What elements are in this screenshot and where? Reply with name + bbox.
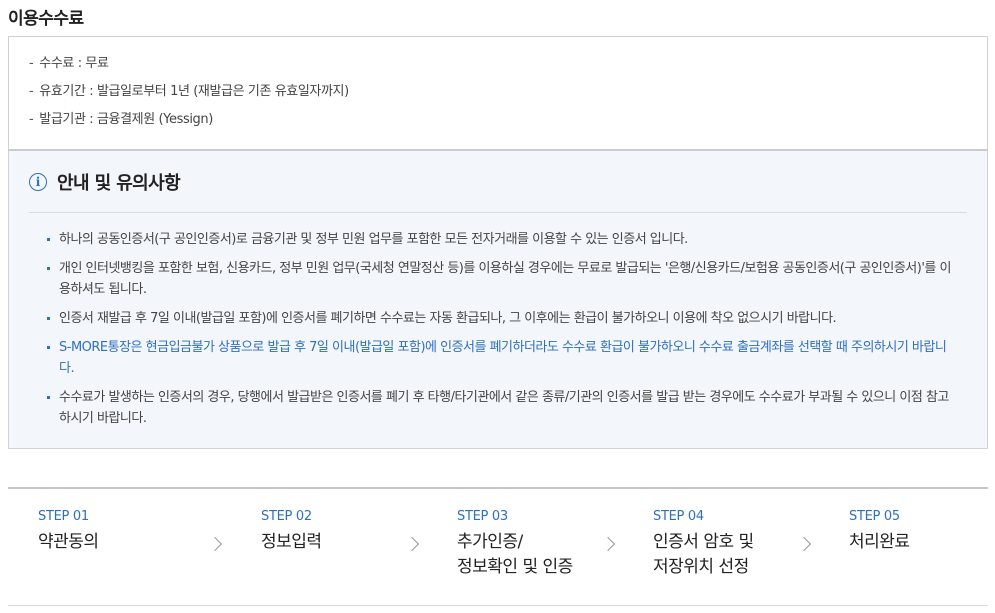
- fee-item-text: 수수료 : 무료: [39, 56, 109, 71]
- step-1: STEP 01 약관동의: [38, 509, 99, 555]
- info-icon: i: [29, 173, 47, 191]
- fee-item-issuer: - 발급기관 : 금융결제원 (Yessign): [29, 110, 349, 138]
- dash-bullet: -: [29, 56, 34, 71]
- chevron-right-icon: [796, 536, 812, 552]
- page-title: 이용수수료: [8, 9, 84, 29]
- step-5: STEP 05 처리완료: [849, 509, 910, 555]
- notice-title: 안내 및 유의사항: [57, 173, 181, 194]
- step-2: STEP 02 정보입력: [261, 509, 322, 555]
- fee-item-text: 유효기간 : 발급일로부터 1년 (재발급은 기존 유효일자까지): [39, 84, 349, 99]
- chevron-right-icon: [600, 536, 616, 552]
- step-name: 처리완료: [849, 532, 910, 552]
- step-name: 인증서 암호 및 저장위치 선정: [653, 532, 754, 577]
- notice-item: 수수료가 발생하는 인증서의 경우, 당행에서 발급받은 인증서를 폐기 후 타…: [45, 387, 955, 429]
- step-number: STEP 02: [261, 509, 312, 524]
- fee-item-fee: - 수수료 : 무료: [29, 54, 349, 82]
- step-indicator: STEP 01 약관동의 STEP 02 정보입력 STEP 03 추가인증/ …: [8, 487, 988, 606]
- fee-list: - 수수료 : 무료 - 유효기간 : 발급일로부터 1년 (재발급은 기존 유효일…: [29, 54, 349, 138]
- fee-item-validity: - 유효기간 : 발급일로부터 1년 (재발급은 기존 유효일자까지): [29, 82, 349, 110]
- dash-bullet: -: [29, 84, 34, 99]
- chevron-right-icon: [207, 536, 223, 552]
- notice-item: 하나의 공동인증서(구 공인인증서)로 금융기관 및 정부 민원 업무를 포함한…: [45, 229, 955, 250]
- step-number: STEP 04: [653, 509, 704, 524]
- step-3: STEP 03 추가인증/ 정보확인 및 인증: [457, 509, 573, 580]
- notice-divider: [29, 212, 967, 213]
- notice-item: 인증서 재발급 후 7일 이내(발급일 포함)에 인증서를 폐기하면 수수료는 …: [45, 308, 955, 329]
- fee-item-text: 발급기관 : 금융결제원 (Yessign): [39, 112, 213, 127]
- notice-item-highlight: S-MORE통장은 현금입금불가 상품으로 발급 후 7일 이내(발급일 포함)…: [45, 337, 955, 379]
- step-name: 추가인증/ 정보확인 및 인증: [457, 532, 573, 577]
- chevron-right-icon: [404, 536, 420, 552]
- dash-bullet: -: [29, 112, 34, 127]
- step-number: STEP 01: [38, 509, 89, 524]
- notice-header: i 안내 및 유의사항: [29, 169, 181, 195]
- step-number: STEP 05: [849, 509, 900, 524]
- step-4: STEP 04 인증서 암호 및 저장위치 선정: [653, 509, 754, 580]
- step-name: 약관동의: [38, 532, 99, 552]
- notice-item: 개인 인터넷뱅킹을 포함한 보험, 신용카드, 정부 민원 업무(국세청 연말정…: [45, 258, 955, 300]
- step-name: 정보입력: [261, 532, 322, 552]
- fee-info-box: - 수수료 : 무료 - 유효기간 : 발급일로부터 1년 (재발급은 기존 유효일…: [8, 36, 988, 149]
- step-number: STEP 03: [457, 509, 508, 524]
- notice-list: 하나의 공동인증서(구 공인인증서)로 금융기관 및 정부 민원 업무를 포함한…: [45, 229, 955, 437]
- notice-box: i 안내 및 유의사항 하나의 공동인증서(구 공인인증서)로 금융기관 및 정…: [8, 149, 988, 449]
